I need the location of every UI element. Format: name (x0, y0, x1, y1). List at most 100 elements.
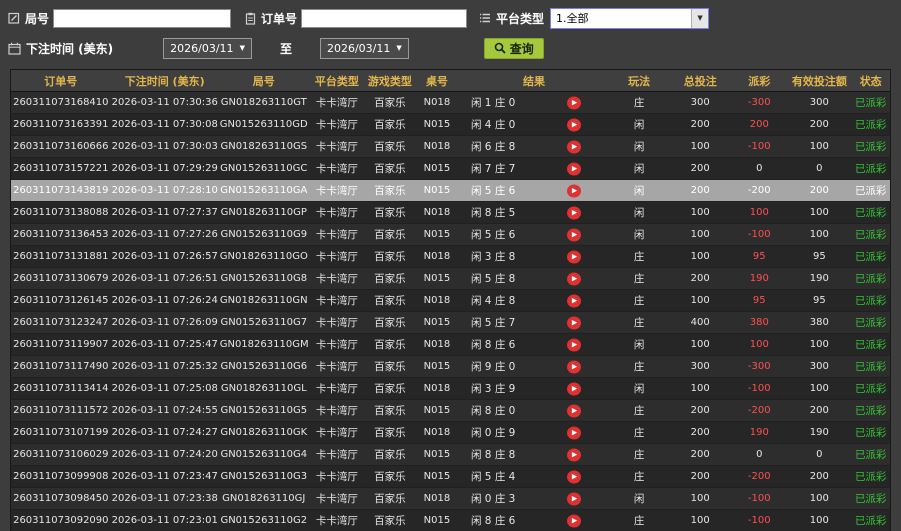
header-status: 状态 (851, 70, 890, 92)
play-icon[interactable]: ▶ (567, 492, 581, 505)
cell-game-id: GN015263110G9 (219, 224, 309, 246)
table-row[interactable]: 260311073098450 2026-03-11 07:23:38 GN01… (11, 488, 891, 510)
cell-table-no: N015 (415, 158, 459, 180)
play-icon[interactable]: ▶ (567, 162, 581, 175)
cell-bet-time: 2026-03-11 07:23:47 (111, 466, 219, 488)
cell-result: 闲 3 庄 9 ▶ (459, 378, 609, 400)
table-row[interactable]: 260311073111572 2026-03-11 07:24:55 GN01… (11, 400, 891, 422)
play-icon[interactable]: ▶ (567, 514, 581, 527)
cell-total-bet: 200 (669, 444, 731, 466)
cell-total-bet: 100 (669, 224, 731, 246)
table-row[interactable]: 260311073119907 2026-03-11 07:25:47 GN01… (11, 334, 891, 356)
query-button[interactable]: 查询 (484, 38, 544, 59)
cell-game-type: 百家乐 (365, 290, 415, 312)
table-row[interactable]: 260311073092090 2026-03-11 07:23:01 GN01… (11, 510, 891, 531)
cell-valid-bet: 100 (787, 202, 851, 224)
table-row[interactable]: 260311073106029 2026-03-11 07:24:20 GN01… (11, 444, 891, 466)
table-row[interactable]: 260311073099908 2026-03-11 07:23:47 GN01… (11, 466, 891, 488)
table-row[interactable]: 260311073123247 2026-03-11 07:26:09 GN01… (11, 312, 891, 334)
cell-game-id: GN015263110G2 (219, 510, 309, 531)
cell-play-type: 闲 (609, 378, 669, 400)
table-row[interactable]: 260311073117490 2026-03-11 07:25:32 GN01… (11, 356, 891, 378)
table-row[interactable]: 260311073130679 2026-03-11 07:26:51 GN01… (11, 268, 891, 290)
play-icon[interactable]: ▶ (567, 206, 581, 219)
cell-payout: 100 (731, 202, 787, 224)
cell-game-type: 百家乐 (365, 224, 415, 246)
cell-bet-time: 2026-03-11 07:30:03 (111, 136, 219, 158)
cell-order-id: 260311073136453 (11, 224, 111, 246)
header-platform: 平台类型 (309, 70, 365, 92)
play-icon[interactable]: ▶ (567, 250, 581, 263)
cell-play-type: 庄 (609, 92, 669, 114)
cell-game-type: 百家乐 (365, 246, 415, 268)
cell-status: 已派彩 (851, 202, 890, 224)
order-id-input[interactable] (301, 9, 467, 28)
play-icon[interactable]: ▶ (567, 140, 581, 153)
table-row[interactable]: 260311073160666 2026-03-11 07:30:03 GN01… (11, 136, 891, 158)
play-icon[interactable]: ▶ (567, 404, 581, 417)
cell-valid-bet: 200 (787, 466, 851, 488)
cell-platform: 卡卡湾厅 (309, 444, 365, 466)
table-row[interactable]: 260311073113414 2026-03-11 07:25:08 GN01… (11, 378, 891, 400)
table-row[interactable]: 260311073143819 2026-03-11 07:28:10 GN01… (11, 180, 891, 202)
cell-result: 闲 8 庄 0 ▶ (459, 400, 609, 422)
cell-order-id: 260311073138088 (11, 202, 111, 224)
cell-result: 闲 4 庄 0 ▶ (459, 114, 609, 136)
play-icon[interactable]: ▶ (567, 382, 581, 395)
table-row[interactable]: 260311073136453 2026-03-11 07:27:26 GN01… (11, 224, 891, 246)
play-icon[interactable]: ▶ (567, 360, 581, 373)
table-row[interactable]: 260311073168410 2026-03-11 07:30:36 GN01… (11, 92, 891, 114)
cell-platform: 卡卡湾厅 (309, 158, 365, 180)
cell-platform: 卡卡湾厅 (309, 378, 365, 400)
cell-payout: 200 (731, 114, 787, 136)
play-icon[interactable]: ▶ (567, 316, 581, 329)
cell-result: 闲 5 庄 8 ▶ (459, 268, 609, 290)
cell-valid-bet: 200 (787, 114, 851, 136)
cell-valid-bet: 95 (787, 246, 851, 268)
cell-game-type: 百家乐 (365, 378, 415, 400)
play-icon[interactable]: ▶ (567, 184, 581, 197)
cell-table-no: N018 (415, 290, 459, 312)
play-icon[interactable]: ▶ (567, 338, 581, 351)
cell-bet-time: 2026-03-11 07:29:29 (111, 158, 219, 180)
play-icon[interactable]: ▶ (567, 96, 581, 109)
date-from-picker[interactable]: 2026/03/11 ▼ (163, 38, 252, 59)
cell-valid-bet: 0 (787, 444, 851, 466)
table-row[interactable]: 260311073138088 2026-03-11 07:27:37 GN01… (11, 202, 891, 224)
table-row[interactable]: 260311073157221 2026-03-11 07:29:29 GN01… (11, 158, 891, 180)
cell-result: 闲 9 庄 0 ▶ (459, 356, 609, 378)
date-to-picker[interactable]: 2026/03/11 ▼ (320, 38, 409, 59)
table-row[interactable]: 260311073163391 2026-03-11 07:30:08 GN01… (11, 114, 891, 136)
play-icon[interactable]: ▶ (567, 470, 581, 483)
cell-game-type: 百家乐 (365, 136, 415, 158)
cell-bet-time: 2026-03-11 07:26:24 (111, 290, 219, 312)
play-icon[interactable]: ▶ (567, 272, 581, 285)
cell-status: 已派彩 (851, 488, 890, 510)
cell-order-id: 260311073163391 (11, 114, 111, 136)
cell-play-type: 闲 (609, 158, 669, 180)
cell-total-bet: 300 (669, 92, 731, 114)
cell-table-no: N018 (415, 488, 459, 510)
cell-bet-time: 2026-03-11 07:30:08 (111, 114, 219, 136)
cell-payout: 190 (731, 268, 787, 290)
table-row[interactable]: 260311073131881 2026-03-11 07:26:57 GN01… (11, 246, 891, 268)
cell-status: 已派彩 (851, 422, 890, 444)
platform-type-select[interactable]: 1.全部 ▼ (550, 8, 709, 29)
cell-valid-bet: 100 (787, 136, 851, 158)
play-icon[interactable]: ▶ (567, 228, 581, 241)
cell-order-id: 260311073107199 (11, 422, 111, 444)
cell-bet-time: 2026-03-11 07:25:47 (111, 334, 219, 356)
cell-total-bet: 300 (669, 356, 731, 378)
game-id-input[interactable] (53, 9, 231, 28)
cell-game-type: 百家乐 (365, 488, 415, 510)
play-icon[interactable]: ▶ (567, 118, 581, 131)
play-icon[interactable]: ▶ (567, 448, 581, 461)
game-id-field-label: 局号 (8, 10, 49, 27)
cell-payout: -100 (731, 510, 787, 531)
result-text: 闲 0 庄 3 (471, 493, 515, 505)
table-row[interactable]: 260311073107199 2026-03-11 07:24:27 GN01… (11, 422, 891, 444)
table-row[interactable]: 260311073126145 2026-03-11 07:26:24 GN01… (11, 290, 891, 312)
play-icon[interactable]: ▶ (567, 294, 581, 307)
play-icon[interactable]: ▶ (567, 426, 581, 439)
cell-order-id: 260311073119907 (11, 334, 111, 356)
